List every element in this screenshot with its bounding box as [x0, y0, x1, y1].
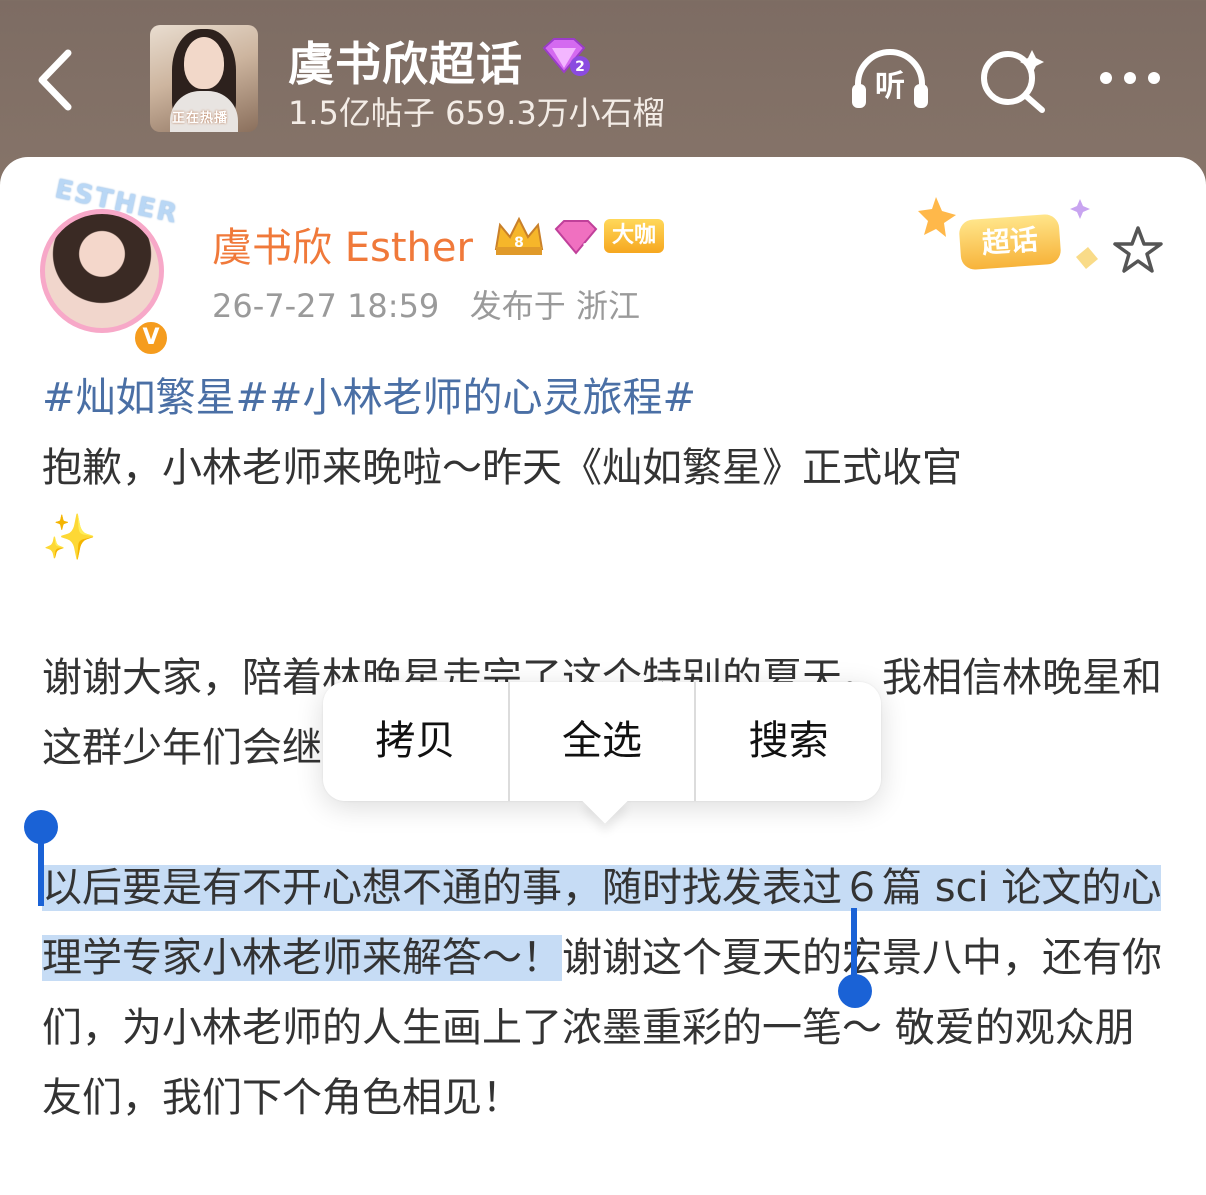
selection-end-caret [851, 908, 857, 978]
selection-start-caret [38, 840, 44, 906]
avatar-image [40, 209, 164, 333]
favorite-star-icon[interactable] [1110, 222, 1166, 278]
listen-label: 听 [875, 69, 905, 104]
topic-header: 正在热播 虞书欣超话 2 1.5亿帖子 659.3万小石榴 听 [0, 0, 1206, 160]
daka-badge: 大咖 [604, 219, 665, 253]
search-icon[interactable] [972, 44, 1056, 114]
crown-level-icon: 8 [494, 216, 544, 255]
text-context-menu: 拷贝 全选 搜索 [323, 682, 882, 801]
crown-level-number: 8 [514, 235, 524, 251]
diamond-level-icon: 2 [542, 38, 590, 76]
topic-thumbnail[interactable]: 正在热播 [150, 25, 258, 132]
thumbnail-caption: 正在热播 [172, 111, 229, 126]
author-avatar[interactable]: ESTHER V [30, 174, 182, 357]
post-paragraph-3: 以后要是有不开心想不通的事，随时找发表过６篇 sci 论文的心理学专家小林老师来… [42, 853, 1172, 1133]
gem-level-icon: 14 [554, 220, 600, 257]
thumbnail-face [184, 37, 224, 89]
chaohua-button[interactable]: 超话 [958, 213, 1062, 271]
post-meta: 26-7-27 18:59 发布于 浙江 [212, 281, 640, 327]
post-card: ESTHER V 虞书欣 Esther 8 14 大咖 26-7-27 18:5… [0, 157, 1206, 1195]
back-arrow-icon[interactable] [30, 45, 80, 115]
more-options-icon[interactable] [1090, 44, 1174, 114]
post-location: 发布于 浙江 [469, 287, 640, 325]
listen-headphones-icon[interactable]: 听 [848, 44, 932, 114]
copy-menu-item[interactable]: 拷贝 [323, 682, 508, 801]
sparkle-emoji: ✨ [42, 512, 97, 563]
topic-level-number: 2 [575, 59, 585, 75]
post-line-1: 抱歉，小林老师来晚啦～昨天《灿如繁星》正式收官 [42, 445, 962, 491]
search-menu-item[interactable]: 搜索 [694, 682, 882, 801]
verified-badge: V [132, 319, 170, 357]
author-username[interactable]: 虞书欣 Esther [212, 215, 473, 273]
select-all-menu-item[interactable]: 全选 [507, 682, 695, 801]
topic-stats: 1.5亿帖子 659.3万小石榴 [288, 94, 665, 132]
selection-end-handle[interactable] [838, 974, 872, 1008]
gem-level-number: 14 [582, 242, 600, 257]
post-timestamp: 26-7-27 18:59 [212, 287, 440, 325]
selection-start-handle[interactable] [24, 810, 58, 844]
post-hashtags[interactable]: #灿如繁星##小林老师的心灵旅程# [42, 363, 1172, 433]
topic-title: 虞书欣超话 [288, 37, 523, 91]
